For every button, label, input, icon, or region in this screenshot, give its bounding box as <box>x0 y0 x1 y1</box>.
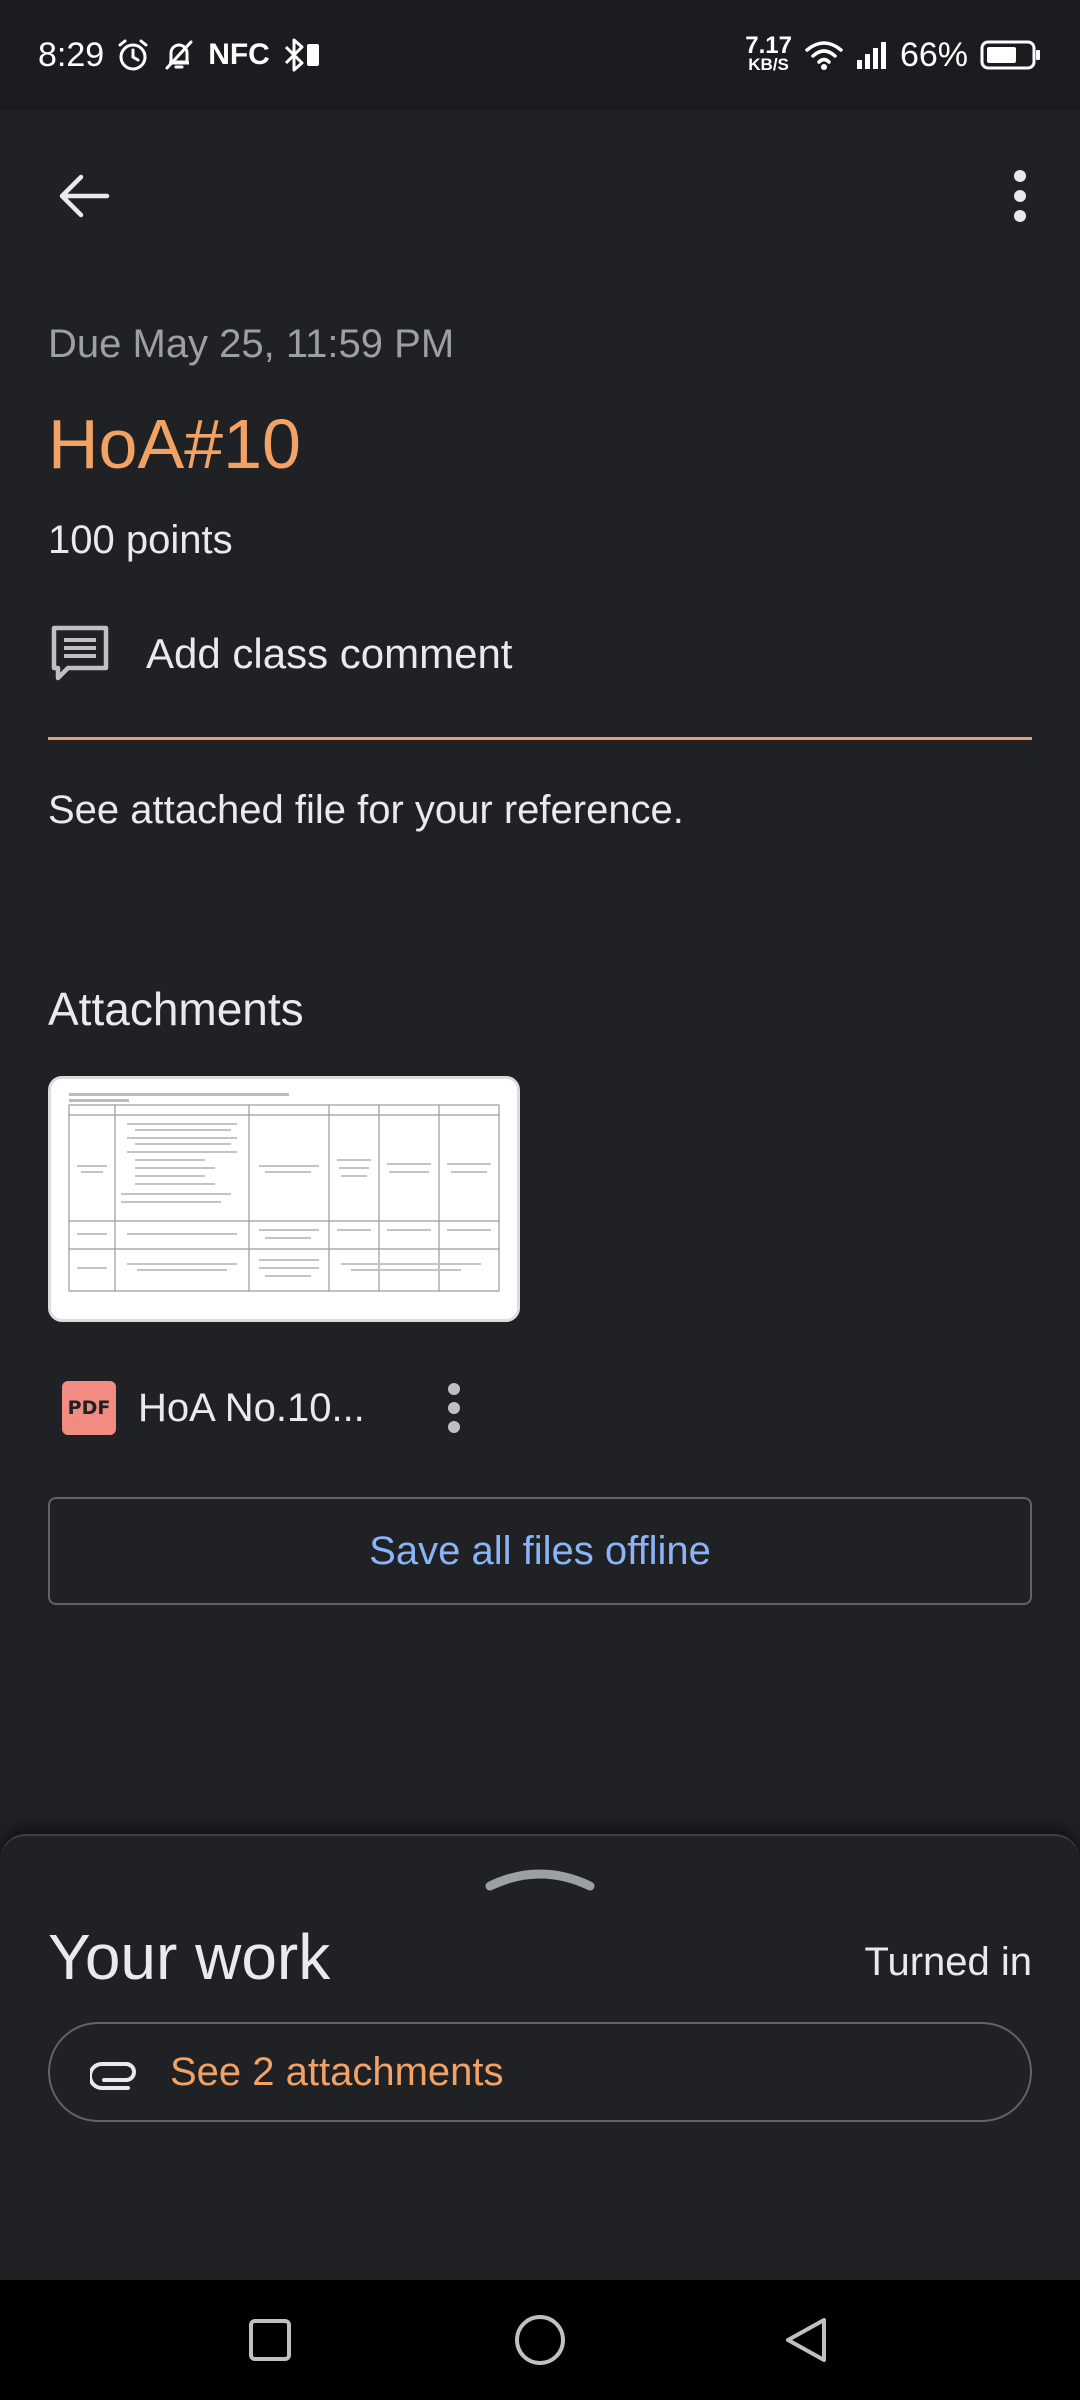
app-bar <box>0 110 1080 280</box>
save-all-files-offline-label: Save all files offline <box>369 1528 711 1573</box>
attachment-thumbnail[interactable] <box>48 1076 520 1322</box>
status-right: 7.17 KB/S 66% <box>745 30 1042 80</box>
add-class-comment-button[interactable]: Add class comment <box>48 614 1032 694</box>
assignment-screen: 8:29 NFC 7.17 KB/S 66% Due May 25, 11:59… <box>0 0 1080 2400</box>
network-speed: 7.17 KB/S <box>745 32 792 75</box>
see-attachments-label: See 2 attachments <box>170 2049 504 2094</box>
home-button[interactable] <box>500 2300 580 2380</box>
more-vert-icon <box>448 1383 460 1433</box>
assignment-title: HoA#10 <box>48 405 301 483</box>
add-class-comment-label: Add class comment <box>146 630 513 677</box>
bluetooth-battery-icon <box>282 37 326 73</box>
comment-icon <box>51 625 109 681</box>
your-work-heading: Your work <box>48 1921 331 1993</box>
system-navigation-bar <box>0 2280 1080 2400</box>
more-options-button[interactable] <box>980 156 1060 236</box>
accent-divider <box>48 737 1032 740</box>
arrow-back-icon <box>59 174 110 218</box>
status-bar: 8:29 NFC 7.17 KB/S 66% <box>0 0 1080 110</box>
wifi-icon <box>804 38 844 72</box>
status-time: 8:29 <box>38 35 105 74</box>
save-all-files-offline-button[interactable]: Save all files offline <box>48 1497 1032 1605</box>
square-recents-icon <box>249 2319 291 2361</box>
battery-percent: 66% <box>899 35 968 74</box>
cellular-signal-icon <box>856 40 888 70</box>
your-work-sheet[interactable]: Your work Turned in See 2 attachments <box>0 1834 1080 2282</box>
attachment-more-button[interactable] <box>418 1372 490 1444</box>
document-preview-image <box>51 1079 517 1319</box>
attachments-heading: Attachments <box>48 983 304 1035</box>
alarm-icon <box>116 38 150 72</box>
assignment-points: 100 points <box>48 518 233 562</box>
submission-status: Turned in <box>864 1940 1033 1984</box>
battery-icon <box>980 39 1042 71</box>
status-left: 8:29 NFC <box>38 30 326 80</box>
nfc-indicator: NFC <box>208 38 270 71</box>
silent-bell-icon <box>162 38 196 72</box>
paperclip-icon <box>90 2062 136 2090</box>
pdf-file-icon: PDF <box>62 1381 116 1435</box>
attachment-file-name: HoA No.10... <box>138 1385 365 1430</box>
network-speed-unit: KB/S <box>748 55 789 74</box>
more-vert-icon <box>1014 170 1026 222</box>
network-speed-value: 7.17 <box>745 32 792 59</box>
chevron-up-handle-icon[interactable] <box>484 1866 596 1892</box>
circle-home-icon <box>515 2315 565 2365</box>
attachment-file-item[interactable]: PDF HoA No.10... <box>62 1372 365 1444</box>
assignment-description: See attached file for your reference. <box>48 788 684 832</box>
see-attachments-button[interactable]: See 2 attachments <box>48 2022 1032 2122</box>
back-button[interactable] <box>44 156 124 236</box>
recent-apps-button[interactable] <box>230 2300 310 2380</box>
due-date: Due May 25, 11:59 PM <box>48 322 455 366</box>
back-nav-button[interactable] <box>766 2300 846 2380</box>
triangle-back-icon <box>786 2318 826 2362</box>
